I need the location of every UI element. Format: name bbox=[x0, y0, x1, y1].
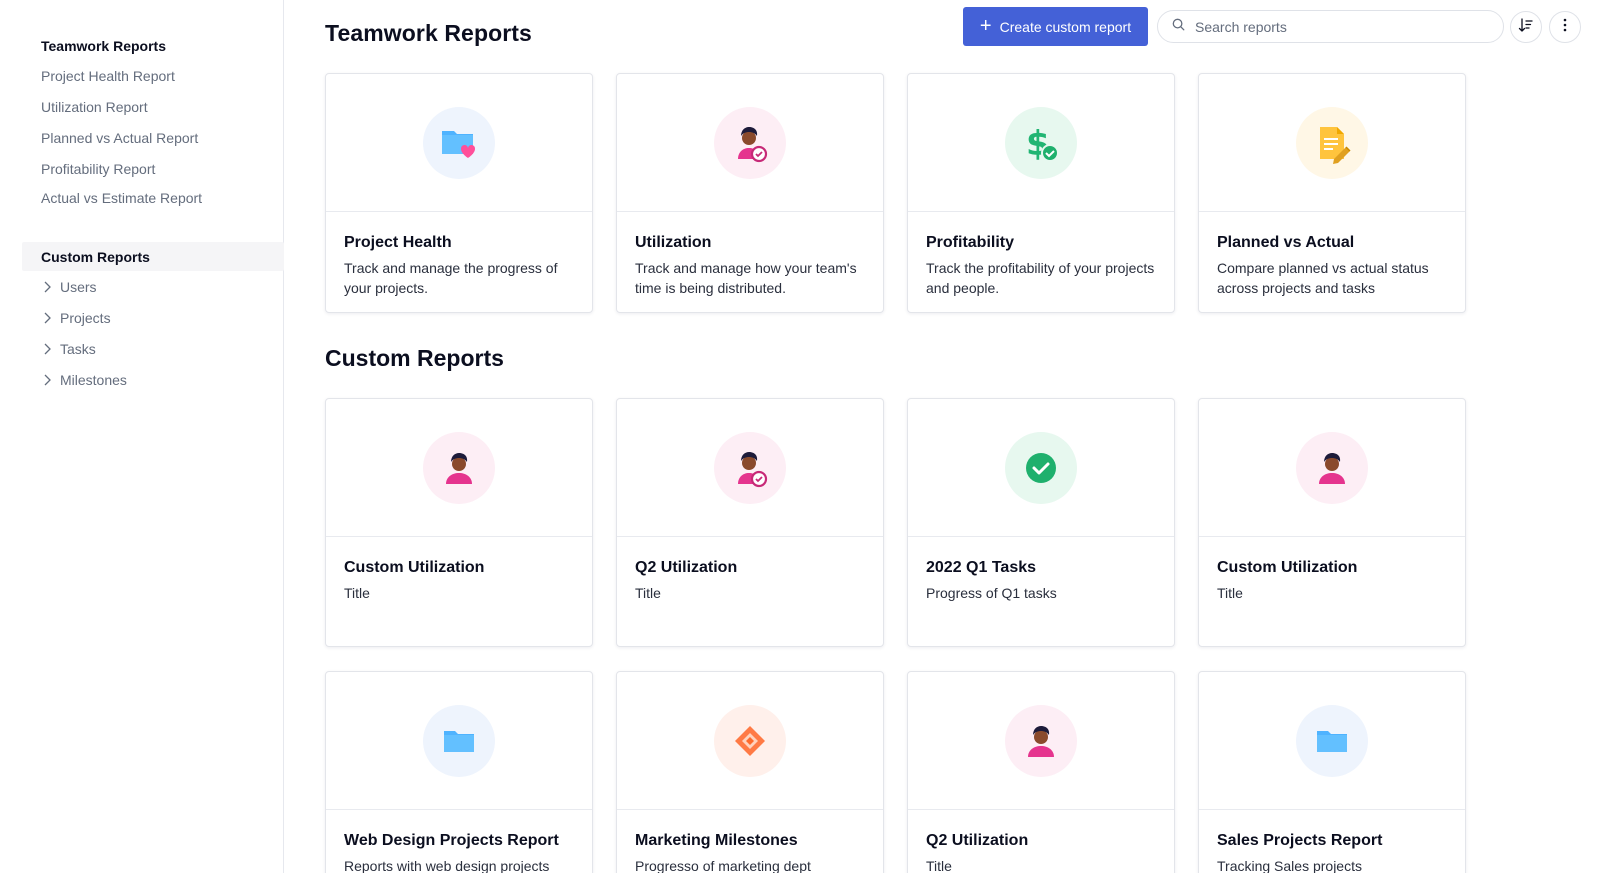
custom-reports-heading: Custom Reports bbox=[325, 345, 504, 371]
card-illustration: $ bbox=[908, 74, 1174, 212]
sidebar-link-profitability[interactable]: Profitability Report bbox=[41, 161, 155, 177]
sidebar-tree-label: Users bbox=[60, 279, 97, 295]
card-description: Title bbox=[926, 858, 952, 873]
dollar-check-icon: $ bbox=[1005, 106, 1077, 179]
sidebar-tree-users[interactable]: Users bbox=[40, 277, 97, 297]
sidebar: Teamwork Reports Project Health Report U… bbox=[0, 0, 284, 873]
card-description: Title bbox=[344, 585, 370, 601]
sidebar-link-project-health[interactable]: Project Health Report bbox=[41, 68, 175, 84]
card-illustration bbox=[908, 399, 1174, 537]
search-input[interactable] bbox=[1195, 18, 1475, 35]
report-card-q2-utilization[interactable]: Q2 Utilization Title bbox=[616, 398, 884, 647]
sidebar-tree-milestones[interactable]: Milestones bbox=[40, 370, 127, 390]
card-description: Progress of Q1 tasks bbox=[926, 585, 1057, 601]
report-card-q2-utilization[interactable]: Q2 Utilization Title bbox=[907, 671, 1175, 873]
search-box[interactable] bbox=[1157, 10, 1504, 43]
card-title: Custom Utilization bbox=[344, 559, 485, 576]
card-description: Track and manage how your team's time is… bbox=[635, 260, 857, 296]
sidebar-custom-title[interactable]: Custom Reports bbox=[41, 249, 150, 265]
card-title: Planned vs Actual bbox=[1217, 234, 1355, 251]
sidebar-tree-tasks[interactable]: Tasks bbox=[40, 339, 96, 359]
sidebar-teamwork-title: Teamwork Reports bbox=[41, 38, 166, 54]
folder-heart-icon bbox=[423, 106, 495, 179]
report-card-planned-vs-actual[interactable]: Planned vs Actual Compare planned vs act… bbox=[1198, 73, 1466, 313]
card-description: Reports with web design projects bbox=[344, 858, 550, 873]
card-title: Q2 Utilization bbox=[926, 832, 1029, 849]
folder-icon bbox=[1296, 704, 1368, 777]
card-illustration bbox=[908, 672, 1174, 810]
report-card-web-design-projects[interactable]: Web Design Projects Report Reports with … bbox=[325, 671, 593, 873]
sidebar-link-planned-vs-actual[interactable]: Planned vs Actual Report bbox=[41, 130, 198, 146]
user-icon bbox=[1005, 704, 1077, 777]
card-illustration bbox=[1199, 74, 1465, 212]
report-card-custom-utilization[interactable]: Custom Utilization Title bbox=[325, 398, 593, 647]
card-title: Profitability bbox=[926, 234, 1015, 251]
report-card-marketing-milestones[interactable]: Marketing Milestones Progresso of market… bbox=[616, 671, 884, 873]
card-title: Custom Utilization bbox=[1217, 559, 1358, 576]
card-illustration bbox=[326, 672, 592, 810]
card-title: Project Health bbox=[344, 234, 452, 251]
report-card-utilization[interactable]: Utilization Track and manage how your te… bbox=[616, 73, 884, 313]
chevron-right-icon bbox=[40, 311, 54, 325]
user-clock-icon bbox=[714, 431, 786, 504]
card-title: Utilization bbox=[635, 234, 712, 251]
folder-icon bbox=[423, 704, 495, 777]
report-card-sales-projects[interactable]: Sales Projects Report Tracking Sales pro… bbox=[1198, 671, 1466, 873]
card-illustration bbox=[617, 74, 883, 212]
card-title: Marketing Milestones bbox=[635, 832, 798, 849]
user-icon bbox=[423, 431, 495, 504]
card-title: Q2 Utilization bbox=[635, 559, 738, 576]
plus-icon: + bbox=[979, 14, 992, 37]
card-illustration bbox=[326, 74, 592, 212]
report-card-project-health[interactable]: Project Health Track and manage the prog… bbox=[325, 73, 593, 313]
sidebar-tree-label: Projects bbox=[60, 310, 111, 326]
sidebar-tree-label: Milestones bbox=[60, 372, 127, 388]
card-description: Title bbox=[635, 585, 661, 601]
user-icon bbox=[1296, 431, 1368, 504]
card-description: Track the profitability of your projects… bbox=[926, 260, 1155, 296]
user-clock-icon bbox=[714, 106, 786, 179]
chevron-right-icon bbox=[40, 342, 54, 356]
sidebar-link-utilization[interactable]: Utilization Report bbox=[41, 99, 148, 115]
card-description: Compare planned vs actual status across … bbox=[1217, 260, 1429, 296]
page-title: Teamwork Reports bbox=[325, 20, 532, 46]
card-title: Web Design Projects Report bbox=[344, 832, 559, 849]
report-card-custom-utilization[interactable]: Custom Utilization Title bbox=[1198, 398, 1466, 647]
more-vertical-icon bbox=[1563, 18, 1567, 37]
report-card-profitability[interactable]: $ Profitability Track the profitability … bbox=[907, 73, 1175, 313]
create-button-label: Create custom report bbox=[999, 18, 1132, 35]
check-circle-icon bbox=[1005, 431, 1077, 504]
card-description: Progresso of marketing dept bbox=[635, 858, 811, 873]
card-title: 2022 Q1 Tasks bbox=[926, 559, 1037, 576]
milestone-diamond-icon bbox=[714, 704, 786, 777]
create-custom-report-button[interactable]: + Create custom report bbox=[963, 7, 1148, 46]
chevron-right-icon bbox=[40, 280, 54, 294]
card-illustration bbox=[1199, 672, 1465, 810]
card-illustration bbox=[617, 399, 883, 537]
card-title: Sales Projects Report bbox=[1217, 832, 1383, 849]
sidebar-tree-projects[interactable]: Projects bbox=[40, 308, 111, 328]
card-illustration bbox=[1199, 399, 1465, 537]
report-card-2022-q1-tasks[interactable]: 2022 Q1 Tasks Progress of Q1 tasks bbox=[907, 398, 1175, 647]
card-description: Tracking Sales projects bbox=[1217, 858, 1362, 873]
more-options-button[interactable] bbox=[1549, 11, 1581, 43]
card-description: Title bbox=[1217, 585, 1243, 601]
document-pencil-icon bbox=[1296, 106, 1368, 179]
chevron-right-icon bbox=[40, 373, 54, 387]
card-illustration bbox=[617, 672, 883, 810]
sidebar-tree-label: Tasks bbox=[60, 341, 96, 357]
sort-button[interactable] bbox=[1510, 11, 1542, 43]
card-description: Track and manage the progress of your pr… bbox=[344, 260, 558, 296]
sort-icon bbox=[1518, 17, 1534, 38]
search-icon bbox=[1172, 18, 1185, 36]
card-illustration bbox=[326, 399, 592, 537]
sidebar-link-actual-vs-estimate[interactable]: Actual vs Estimate Report bbox=[41, 190, 202, 206]
